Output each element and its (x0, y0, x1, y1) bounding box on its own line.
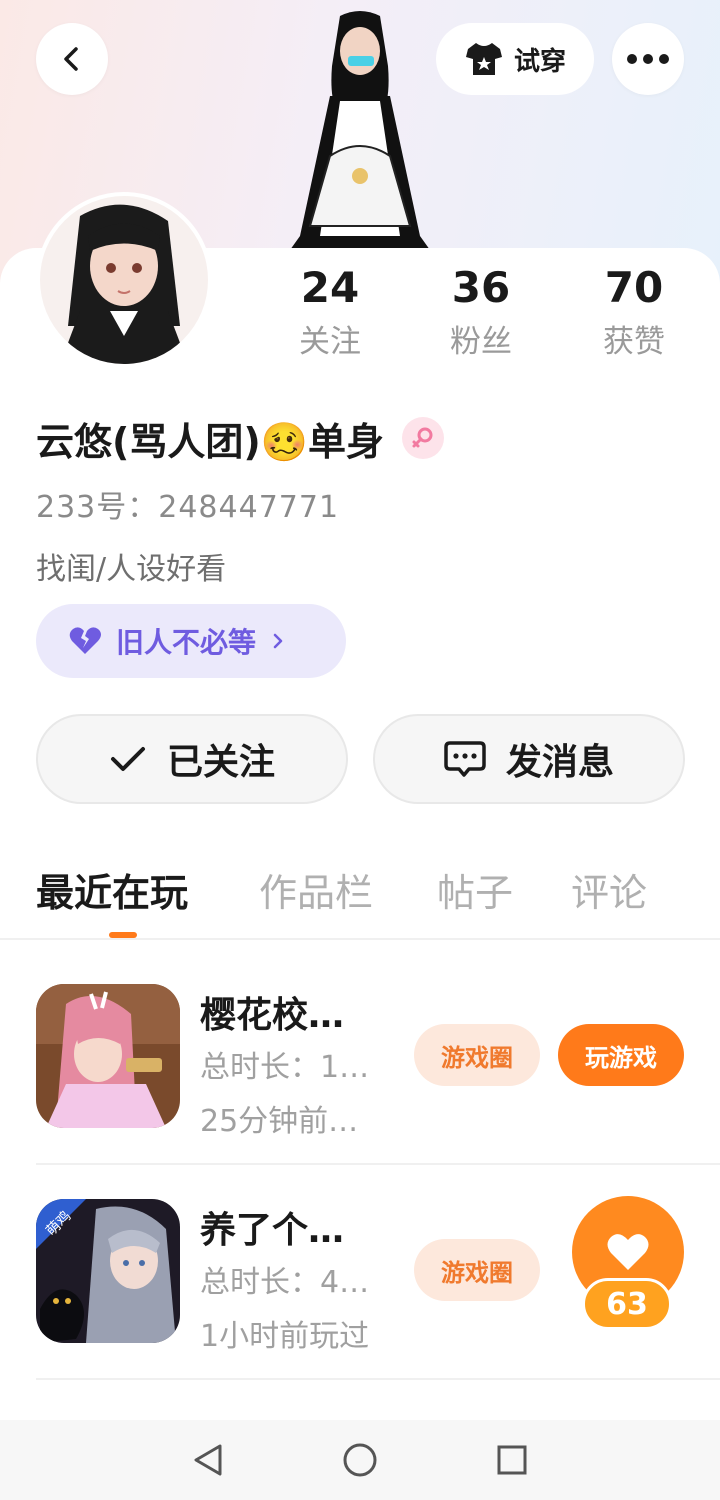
more-dots-icon (627, 54, 669, 64)
stat-fans-label: 粉丝 (450, 324, 512, 360)
user-id: 233号：248447771 (36, 490, 340, 525)
game-title: 樱花校… (200, 995, 345, 1036)
tab-recently-played[interactable]: 最近在玩 (36, 862, 188, 917)
nav-home-button[interactable] (338, 1438, 382, 1482)
stat-following[interactable]: 24 关注 (270, 262, 390, 362)
stat-fans[interactable]: 36 粉丝 (421, 262, 541, 362)
female-icon (402, 417, 445, 459)
try-on-button[interactable]: 试穿 (436, 23, 594, 95)
game-last-played: 1小时前玩过 (200, 1319, 370, 1354)
heart-icon (607, 1234, 649, 1270)
row-divider (36, 1163, 720, 1165)
game-title: 养了个… (200, 1210, 345, 1251)
game-icon: 萌鸡 (36, 1199, 180, 1343)
chevron-right-icon (273, 633, 283, 649)
profile-tabs: 最近在玩 作品栏 帖子 评论 (0, 862, 720, 940)
avatar-character-figure[interactable] (270, 6, 450, 250)
nav-recents-button[interactable] (490, 1438, 534, 1482)
square-recents-icon (497, 1445, 527, 1475)
stat-fans-count: 36 (451, 263, 511, 312)
profile-bio: 找闺/人设好看 (36, 552, 227, 587)
relationship-tag[interactable]: 旧人不必等 (36, 604, 346, 678)
tshirt-icon (465, 43, 502, 75)
avatar[interactable] (36, 192, 212, 368)
avatar-image (40, 196, 208, 364)
stats-row: 24 关注 36 粉丝 70 获赞 (270, 262, 710, 372)
message-button[interactable]: 发消息 (373, 714, 685, 804)
row-divider (36, 1378, 720, 1380)
more-button[interactable] (612, 23, 684, 95)
play-game-button[interactable]: 玩游戏 (558, 1024, 684, 1086)
follow-label: 已关注 (166, 742, 275, 783)
profile-name: 云悠(骂人团)🥴单身 (36, 419, 385, 464)
name-row: 云悠(骂人团)🥴单身 (36, 410, 445, 466)
broken-heart-icon (69, 627, 101, 654)
tab-comments[interactable]: 评论 (571, 862, 647, 917)
tab-posts[interactable]: 帖子 (437, 862, 513, 917)
tabs-divider (0, 938, 720, 940)
relationship-tag-label: 旧人不必等 (116, 626, 257, 659)
stat-following-label: 关注 (299, 324, 361, 360)
game-duration: 总时长：4… (200, 1265, 370, 1300)
stat-likes-label: 获赞 (603, 324, 665, 360)
circle-home-icon (343, 1443, 377, 1477)
game-duration: 总时长：1… (200, 1050, 370, 1085)
chat-bubble-icon (444, 741, 486, 777)
like-count-badge: 63 (582, 1278, 672, 1330)
back-button[interactable] (36, 23, 108, 95)
system-navigation-bar (0, 1420, 720, 1500)
stat-likes-count: 70 (604, 263, 664, 312)
list-item[interactable]: 樱花校… 总时长：1… 25分钟前… 游戏圈 玩游戏 (36, 984, 684, 1164)
tab-works[interactable]: 作品栏 (259, 862, 373, 917)
triangle-back-icon (194, 1444, 222, 1476)
message-label: 发消息 (505, 742, 614, 783)
try-on-label: 试穿 (513, 46, 566, 77)
game-last-played: 25分钟前… (200, 1104, 359, 1139)
chevron-left-icon (64, 47, 78, 71)
follow-button[interactable]: 已关注 (36, 714, 348, 804)
nav-back-button[interactable] (186, 1438, 230, 1482)
check-icon (110, 747, 145, 771)
stat-following-count: 24 (300, 263, 360, 312)
game-circle-button[interactable]: 游戏圈 (414, 1024, 540, 1086)
stat-likes[interactable]: 70 获赞 (574, 262, 694, 362)
game-icon (36, 984, 180, 1128)
game-circle-button[interactable]: 游戏圈 (414, 1239, 540, 1301)
